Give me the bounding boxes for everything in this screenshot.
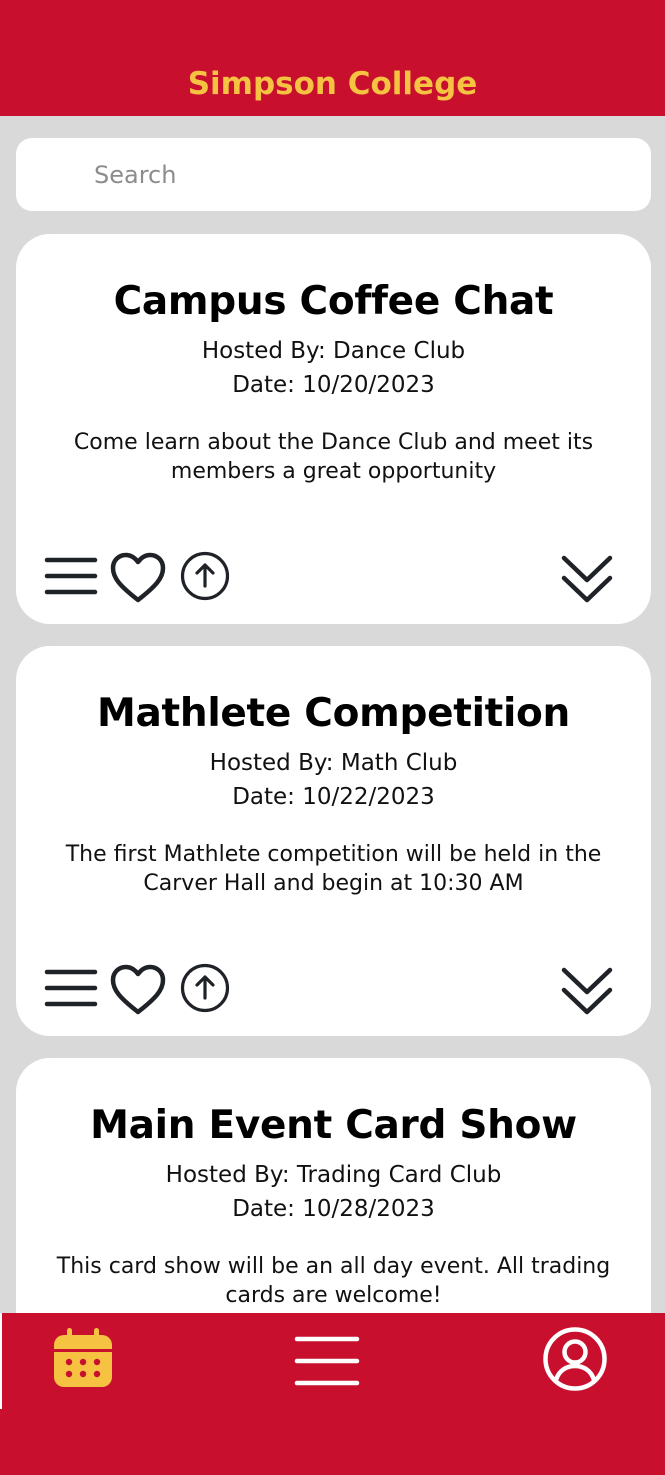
search-input[interactable]	[94, 138, 634, 211]
double-chevron-down-icon[interactable]	[560, 964, 614, 1016]
menu-icon[interactable]	[44, 968, 98, 1008]
nav-edge-divider	[0, 1313, 2, 1409]
event-card[interactable]: Campus Coffee Chat Hosted By: Dance Club…	[16, 234, 651, 624]
calendar-icon[interactable]	[52, 1327, 114, 1389]
event-title: Campus Coffee Chat	[113, 279, 554, 324]
event-feed[interactable]: Campus Coffee Chat Hosted By: Dance Club…	[0, 0, 665, 1313]
profile-icon[interactable]	[543, 1327, 607, 1391]
event-card[interactable]: Mathlete Competition Hosted By: Math Clu…	[16, 646, 651, 1036]
event-date: Date: 10/20/2023	[232, 372, 435, 398]
event-date: Date: 10/28/2023	[232, 1196, 435, 1222]
event-host: Hosted By: Dance Club	[201, 338, 466, 364]
share-up-arrow-icon[interactable]	[180, 551, 230, 601]
event-title: Main Event Card Show	[90, 1103, 577, 1148]
event-description: This card show will be an all day event.…	[56, 1254, 611, 1308]
heart-icon[interactable]	[110, 964, 166, 1016]
event-card[interactable]: Main Event Card Show Hosted By: Trading …	[16, 1058, 651, 1313]
bottom-nav	[0, 1313, 665, 1475]
event-host: Hosted By: Math Club	[209, 750, 458, 776]
menu-icon[interactable]	[44, 556, 98, 596]
event-description: The first Mathlete competition will be h…	[65, 842, 602, 896]
share-up-arrow-icon[interactable]	[180, 963, 230, 1013]
heart-icon[interactable]	[110, 552, 166, 604]
double-chevron-down-icon[interactable]	[560, 552, 614, 604]
event-description: Come learn about the Dance Club and meet…	[73, 430, 594, 484]
event-host: Hosted By: Trading Card Club	[165, 1162, 502, 1188]
search-bar[interactable]	[16, 138, 651, 211]
event-date: Date: 10/22/2023	[232, 784, 435, 810]
menu-icon[interactable]	[294, 1335, 360, 1387]
event-title: Mathlete Competition	[96, 691, 571, 736]
